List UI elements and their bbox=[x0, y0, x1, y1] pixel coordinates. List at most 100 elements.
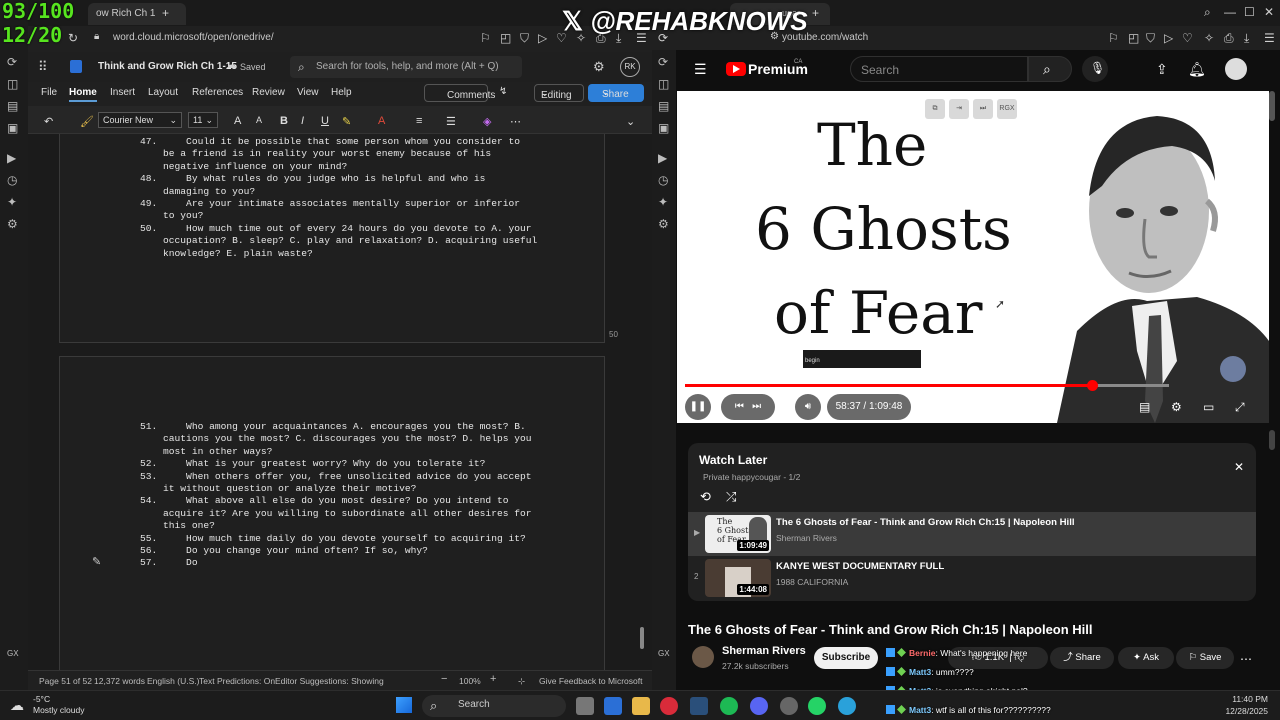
document-line[interactable]: 53. When others offer you, free unsolici… bbox=[140, 471, 532, 483]
search-button[interactable]: ⌕ bbox=[1028, 56, 1072, 82]
word-app-icon[interactable] bbox=[604, 697, 622, 715]
document-line[interactable]: damaging to you? bbox=[140, 186, 255, 198]
discord-icon[interactable] bbox=[750, 697, 768, 715]
sidebar-app-icon[interactable]: ◫ bbox=[658, 78, 669, 90]
font-family-select[interactable]: Courier New ⌄ bbox=[98, 112, 182, 128]
extension-icon[interactable]: ✧ bbox=[1204, 32, 1214, 44]
miniplayer-icon[interactable]: ⧉ bbox=[925, 99, 945, 119]
refresh-icon[interactable]: ⟳ bbox=[658, 56, 668, 68]
notifications-icon[interactable]: 🔔︎ bbox=[1188, 62, 1206, 76]
document-line[interactable]: 51. Who among your acquaintances A. enco… bbox=[140, 421, 526, 433]
prev-next-buttons[interactable]: ⏮ ⏭ bbox=[721, 394, 775, 420]
youtube-logo-icon[interactable] bbox=[726, 62, 746, 76]
document-title[interactable]: Think and Grow Rich Ch 1-15 bbox=[98, 61, 237, 72]
font-color-icon[interactable]: A bbox=[378, 115, 385, 127]
align-icon[interactable]: ≡ bbox=[416, 115, 422, 127]
document-line[interactable]: 57. Do bbox=[140, 557, 198, 569]
highlight-icon[interactable]: ✎ bbox=[342, 115, 351, 128]
opera-gx-icon[interactable] bbox=[660, 697, 678, 715]
temperature[interactable]: -5°C bbox=[33, 694, 50, 704]
tab-insert[interactable]: Insert bbox=[110, 87, 135, 98]
volume-button[interactable]: 🔊︎ bbox=[795, 394, 821, 420]
clock-date[interactable]: 12/28/2025 bbox=[1200, 706, 1268, 716]
steam-icon[interactable] bbox=[690, 697, 708, 715]
tab-word-doc[interactable]: ow Rich Ch 1 bbox=[88, 3, 186, 25]
close-icon[interactable]: ✕ bbox=[1234, 461, 1244, 473]
save-button[interactable]: ⚐ Save bbox=[1176, 647, 1234, 669]
progress-scrubber[interactable] bbox=[1086, 380, 1098, 391]
history-icon[interactable]: ◷ bbox=[7, 174, 17, 186]
text-predictions[interactable]: Text Predictions: On bbox=[199, 676, 275, 686]
tab-review[interactable]: Review bbox=[252, 87, 285, 98]
gx-icon[interactable]: GX bbox=[7, 650, 19, 658]
avatar[interactable] bbox=[1225, 58, 1247, 80]
next-icon[interactable]: ⏭ bbox=[973, 99, 993, 119]
zoom-out-icon[interactable]: − bbox=[441, 673, 447, 685]
chevron-down-icon[interactable]: ⌄ bbox=[626, 115, 635, 128]
sidebar-app-icon[interactable]: ▤ bbox=[658, 100, 669, 112]
play-icon[interactable]: ▶ bbox=[658, 152, 667, 164]
refresh-icon[interactable]: ⟳ bbox=[7, 56, 17, 68]
subtitles-icon[interactable]: ▤ bbox=[1139, 400, 1150, 414]
youtube-search-input[interactable]: Search bbox=[850, 56, 1028, 82]
editing-mode-button[interactable]: Editing ⌄ bbox=[534, 84, 584, 102]
shrink-font-icon[interactable]: A bbox=[256, 115, 262, 125]
url-text[interactable]: word.cloud.microsoft/open/onedrive/ bbox=[113, 32, 274, 43]
zoom-level[interactable]: 100% bbox=[459, 676, 481, 686]
avatar[interactable]: RK bbox=[620, 57, 640, 77]
list-item[interactable]: ▶ The 6 Ghosts of Fear 1:09:49 The 6 Ghost… bbox=[688, 512, 1256, 556]
shield-icon[interactable]: ⛉ bbox=[520, 32, 529, 44]
play-icon[interactable]: ▶ bbox=[7, 152, 16, 164]
share-button[interactable]: ⤴ Share bbox=[1050, 647, 1114, 669]
app-launcher-icon[interactable]: ⠿ bbox=[38, 60, 48, 73]
taskbar-search[interactable]: ⌕ Search bbox=[422, 695, 566, 717]
scrollbar[interactable] bbox=[1269, 430, 1275, 450]
format-painter-icon[interactable]: 🖌︎ bbox=[80, 115, 94, 128]
document-line[interactable]: 50. How much time out of every 24 hours … bbox=[140, 223, 532, 235]
new-tab-icon[interactable]: + bbox=[162, 7, 169, 19]
minimize-icon[interactable]: — bbox=[1224, 6, 1236, 18]
play-icon[interactable]: ▷ bbox=[538, 32, 547, 44]
document-line[interactable]: 56. Do you change your mind often? If so… bbox=[140, 545, 428, 557]
hamburger-menu-icon[interactable]: ☰ bbox=[694, 62, 707, 76]
settings-icon[interactable]: ⚙ bbox=[7, 218, 18, 230]
scrollbar[interactable] bbox=[640, 627, 644, 649]
app-icon[interactable] bbox=[780, 697, 798, 715]
address-bar[interactable]: ↻ 🔒︎ word.cloud.microsoft/open/onedrive/… bbox=[28, 26, 652, 50]
undo-icon[interactable]: ↶ bbox=[44, 115, 53, 128]
more-icon[interactable]: ⋯ bbox=[510, 115, 521, 128]
tab-view[interactable]: View bbox=[297, 87, 319, 98]
tab-file[interactable]: File bbox=[41, 87, 57, 98]
telegram-icon[interactable] bbox=[838, 697, 856, 715]
spotify-icon[interactable] bbox=[720, 697, 738, 715]
bookmark-icon[interactable]: ⚐ bbox=[480, 32, 491, 44]
play-icon[interactable]: ▷ bbox=[1164, 32, 1173, 44]
theater-mode-icon[interactable]: ▭ bbox=[1203, 400, 1214, 414]
menu-icon[interactable]: ☰ bbox=[1264, 32, 1275, 44]
word-search-input[interactable]: ⌕ Search for tools, help, and more (Alt … bbox=[290, 56, 522, 78]
clock-time[interactable]: 11:40 PM bbox=[1200, 694, 1268, 704]
ask-button[interactable]: ✦ Ask bbox=[1118, 647, 1174, 669]
history-icon[interactable]: ◷ bbox=[658, 174, 668, 186]
zoom-in-icon[interactable]: + bbox=[490, 673, 496, 685]
document-line[interactable]: cautions you the most? C. discourages yo… bbox=[140, 433, 531, 445]
underline-icon[interactable]: U bbox=[321, 115, 329, 127]
extension-icon[interactable]: ✦ bbox=[658, 196, 668, 208]
document-line[interactable]: occupation? B. sleep? C. play and relaxa… bbox=[140, 235, 537, 247]
document-page-50[interactable]: 47. Could it be possible that some perso… bbox=[59, 134, 605, 343]
tab-layout[interactable]: Layout bbox=[148, 87, 178, 98]
document-line[interactable]: be a friend is in reality your worst ene… bbox=[140, 148, 491, 160]
document-page-51[interactable]: 51. Who among your acquaintances A. enco… bbox=[59, 356, 605, 676]
settings-icon[interactable]: ⚙ bbox=[1171, 400, 1182, 414]
catch-up-icon[interactable]: ↯ bbox=[499, 87, 507, 97]
font-size-select[interactable]: 11 ⌄ bbox=[188, 112, 218, 128]
tab-references[interactable]: References bbox=[192, 87, 243, 98]
document-line[interactable]: it without question or analyze their mot… bbox=[140, 483, 416, 495]
document-line[interactable]: knowledge? E. plain waste? bbox=[140, 248, 313, 260]
settings-icon[interactable]: ⚙ bbox=[658, 218, 669, 230]
grow-font-icon[interactable]: A bbox=[234, 115, 241, 127]
subscribe-button[interactable]: Subscribe bbox=[814, 647, 878, 669]
document-line[interactable]: 52. What is your greatest worry? Why do … bbox=[140, 458, 485, 470]
heart-icon[interactable]: ♡ bbox=[1182, 32, 1193, 44]
fullscreen-icon[interactable]: ⤢ bbox=[1235, 400, 1245, 415]
